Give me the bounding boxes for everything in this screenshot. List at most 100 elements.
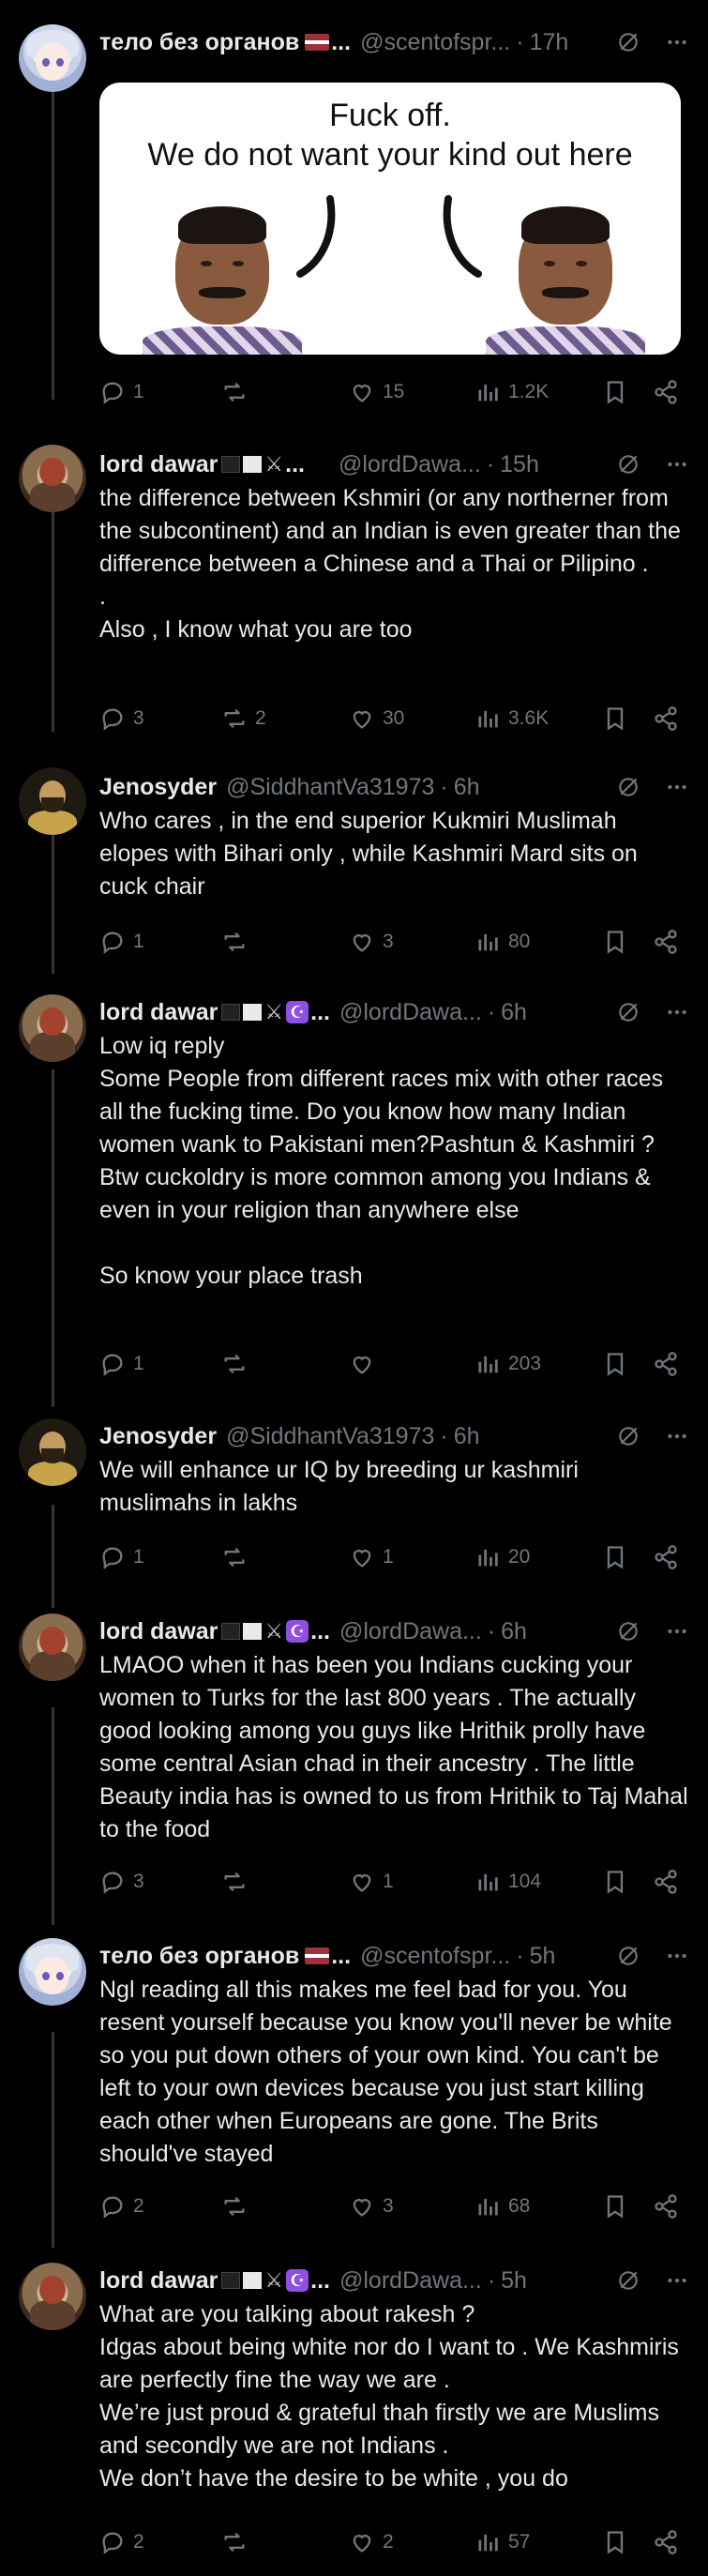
repost-button[interactable] bbox=[221, 1351, 255, 1377]
more-icon[interactable] bbox=[665, 1619, 689, 1644]
views-button[interactable]: 57 bbox=[475, 2529, 530, 2555]
handle[interactable]: @lordDawa... bbox=[339, 999, 482, 1026]
share-button[interactable] bbox=[653, 379, 679, 405]
more-icon[interactable] bbox=[665, 1944, 689, 1968]
like-button[interactable]: 30 bbox=[349, 705, 404, 732]
grok-icon[interactable] bbox=[616, 1619, 640, 1644]
like-button[interactable]: 15 bbox=[349, 379, 404, 405]
display-name[interactable]: lord dawar bbox=[99, 451, 218, 478]
timestamp[interactable]: 6h bbox=[454, 774, 480, 801]
like-button[interactable]: 1 bbox=[349, 1869, 394, 1895]
post[interactable]: lord dawar ⚔ ☪ ... @lordDawa... · 6h LMA… bbox=[0, 1612, 708, 1936]
like-button[interactable]: 2 bbox=[349, 2529, 394, 2555]
handle[interactable]: @SiddhantVa31973 bbox=[226, 774, 434, 801]
grok-icon[interactable] bbox=[616, 1424, 640, 1448]
timestamp[interactable]: 5h bbox=[501, 2267, 527, 2295]
share-button[interactable] bbox=[653, 929, 679, 955]
reply-button[interactable]: 1 bbox=[99, 1544, 144, 1570]
handle[interactable]: @lordDawa... bbox=[339, 1618, 482, 1645]
grok-icon[interactable] bbox=[616, 452, 640, 477]
timestamp[interactable]: 15h bbox=[500, 451, 539, 478]
timestamp[interactable]: 17h bbox=[530, 29, 569, 56]
display-name[interactable]: Jenosyder bbox=[99, 774, 217, 801]
post[interactable]: lord dawar ⚔ ☪ ... @lordDawa... · 6h Low… bbox=[0, 993, 708, 1415]
post[interactable]: тело без органов ... @scentofspr... · 5h… bbox=[0, 1936, 708, 2261]
timestamp[interactable]: 6h bbox=[501, 999, 527, 1026]
bookmark-button[interactable] bbox=[602, 1351, 628, 1377]
share-button[interactable] bbox=[653, 1544, 679, 1570]
bookmark-button[interactable] bbox=[602, 2529, 628, 2555]
share-button[interactable] bbox=[653, 1351, 679, 1377]
repost-button[interactable]: 2 bbox=[221, 705, 266, 732]
repost-button[interactable] bbox=[221, 929, 255, 955]
grok-icon[interactable] bbox=[616, 30, 640, 54]
post[interactable]: lord dawar ⚔ ☪ ... @lordDawa... · 5h Wha… bbox=[0, 2261, 708, 2576]
grok-icon[interactable] bbox=[616, 1944, 640, 1968]
more-icon[interactable] bbox=[665, 775, 689, 799]
display-name[interactable]: Jenosyder bbox=[99, 1423, 217, 1450]
repost-button[interactable] bbox=[221, 2529, 255, 2555]
reply-button[interactable]: 2 bbox=[99, 2193, 144, 2220]
avatar[interactable] bbox=[19, 994, 86, 1062]
repost-button[interactable] bbox=[221, 1544, 255, 1570]
like-button[interactable]: 1 bbox=[349, 1544, 394, 1570]
avatar[interactable] bbox=[19, 1614, 86, 1681]
avatar[interactable] bbox=[19, 767, 86, 835]
more-icon[interactable] bbox=[665, 452, 689, 477]
share-button[interactable] bbox=[653, 1869, 679, 1895]
bookmark-button[interactable] bbox=[602, 379, 628, 405]
handle[interactable]: @lordDawa... bbox=[339, 451, 481, 478]
reply-button[interactable]: 3 bbox=[99, 1869, 144, 1895]
avatar[interactable] bbox=[19, 1418, 86, 1486]
bookmark-button[interactable] bbox=[602, 705, 628, 732]
avatar[interactable] bbox=[19, 24, 86, 92]
bookmark-button[interactable] bbox=[602, 1544, 628, 1570]
reply-button[interactable]: 1 bbox=[99, 929, 144, 955]
handle[interactable]: @scentofspr... bbox=[360, 29, 510, 56]
handle[interactable]: @lordDawa... bbox=[339, 2267, 482, 2295]
more-icon[interactable] bbox=[665, 1000, 689, 1024]
like-button[interactable]: 3 bbox=[349, 929, 394, 955]
handle[interactable]: @scentofspr... bbox=[360, 1943, 510, 1970]
share-button[interactable] bbox=[653, 705, 679, 732]
timestamp[interactable]: 5h bbox=[530, 1943, 556, 1970]
meme-image[interactable]: Fuck off. We do not want your kind out h… bbox=[99, 83, 681, 355]
views-button[interactable]: 104 bbox=[475, 1869, 541, 1895]
avatar[interactable] bbox=[19, 1938, 86, 2006]
reply-button[interactable]: 3 bbox=[99, 705, 144, 732]
bookmark-button[interactable] bbox=[602, 929, 628, 955]
timestamp[interactable]: 6h bbox=[454, 1423, 480, 1450]
more-icon[interactable] bbox=[665, 1424, 689, 1448]
like-button[interactable] bbox=[349, 1351, 383, 1377]
views-button[interactable]: 1.2K bbox=[475, 379, 549, 405]
display-name[interactable]: тело без органов bbox=[99, 1943, 299, 1970]
grok-icon[interactable] bbox=[616, 2268, 640, 2293]
views-button[interactable]: 68 bbox=[475, 2193, 530, 2220]
bookmark-button[interactable] bbox=[602, 2193, 628, 2220]
bookmark-button[interactable] bbox=[602, 1869, 628, 1895]
repost-button[interactable] bbox=[221, 1869, 255, 1895]
share-button[interactable] bbox=[653, 2193, 679, 2220]
more-icon[interactable] bbox=[665, 30, 689, 54]
views-button[interactable]: 3.6K bbox=[475, 705, 549, 732]
handle[interactable]: @SiddhantVa31973 bbox=[226, 1423, 434, 1450]
avatar[interactable] bbox=[19, 445, 86, 512]
timestamp[interactable]: 6h bbox=[501, 1618, 527, 1645]
like-button[interactable]: 3 bbox=[349, 2193, 394, 2220]
reply-button[interactable]: 1 bbox=[99, 379, 144, 405]
post[interactable]: Jenosyder @SiddhantVa31973 · 6h We will … bbox=[0, 1415, 708, 1612]
reply-button[interactable]: 2 bbox=[99, 2529, 144, 2555]
display-name[interactable]: тело без органов bbox=[99, 29, 299, 56]
grok-icon[interactable] bbox=[616, 775, 640, 799]
reply-button[interactable]: 1 bbox=[99, 1351, 144, 1377]
display-name[interactable]: lord dawar bbox=[99, 2267, 218, 2295]
post[interactable]: тело без органов ... @scentofspr... · 17… bbox=[0, 0, 708, 432]
grok-icon[interactable] bbox=[616, 1000, 640, 1024]
display-name[interactable]: lord dawar bbox=[99, 1618, 218, 1645]
views-button[interactable]: 20 bbox=[475, 1544, 530, 1570]
views-button[interactable]: 80 bbox=[475, 929, 530, 955]
avatar[interactable] bbox=[19, 2263, 86, 2330]
repost-button[interactable] bbox=[221, 2193, 255, 2220]
post[interactable]: lord dawar ⚔ ... @lordDawa... · 15h the … bbox=[0, 432, 708, 769]
display-name[interactable]: lord dawar bbox=[99, 999, 218, 1026]
